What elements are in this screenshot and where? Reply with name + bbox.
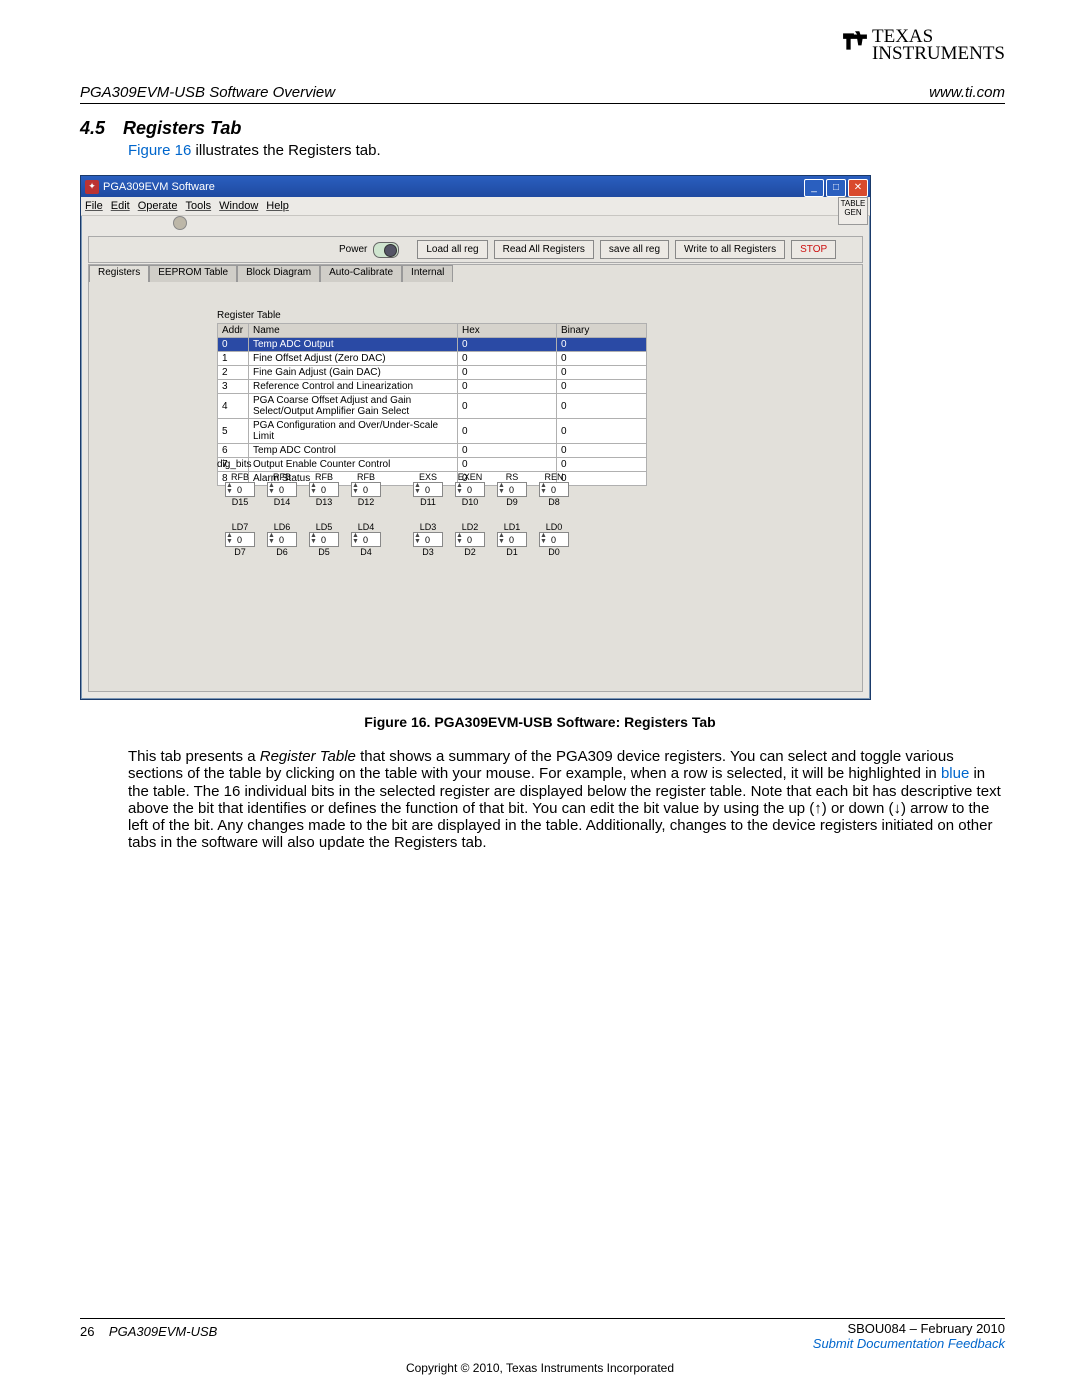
bit-D8[interactable]: REN▲▼0D8 bbox=[533, 472, 575, 517]
bit-D10[interactable]: EXEN▲▼0D10 bbox=[449, 472, 491, 517]
toolbar: Power Load all reg Read All Registers sa… bbox=[88, 236, 863, 263]
power-label: Power bbox=[339, 244, 367, 255]
footer-rule bbox=[80, 1318, 1005, 1319]
menu-file[interactable]: File bbox=[85, 200, 103, 212]
col-hex: Hex bbox=[458, 324, 557, 338]
titlebar: ✦ PGA309EVM Software _ □ ✕ bbox=[81, 176, 870, 197]
doc-name: PGA309EVM-USB bbox=[109, 1324, 217, 1339]
app-icon: ✦ bbox=[85, 180, 99, 194]
figure-caption: Figure 16. PGA309EVM-USB Software: Regis… bbox=[0, 714, 1080, 730]
body-paragraph: This tab presents a Register Table that … bbox=[128, 748, 1002, 852]
bit-D6[interactable]: LD6▲▼0D6 bbox=[261, 522, 303, 567]
table-row[interactable]: 2Fine Gain Adjust (Gain DAC)00 bbox=[218, 366, 647, 380]
copyright: Copyright © 2010, Texas Instruments Inco… bbox=[0, 1361, 1080, 1375]
bit-D3[interactable]: LD3▲▼0D3 bbox=[407, 522, 449, 567]
tab-auto-calibrate[interactable]: Auto-Calibrate bbox=[320, 265, 402, 282]
doc-id: SBOU084 – February 2010 bbox=[847, 1321, 1005, 1336]
table-row[interactable]: 0Temp ADC Output00 bbox=[218, 338, 647, 352]
bit-D12[interactable]: RFB▲▼0D12 bbox=[345, 472, 387, 517]
table-row[interactable]: 7Output Enable Counter Control00 bbox=[218, 458, 647, 472]
bit-D9[interactable]: RS▲▼0D9 bbox=[491, 472, 533, 517]
dig-bits-label: dig_bits bbox=[217, 459, 251, 470]
section-num: 4.5 bbox=[80, 118, 105, 139]
power-toggle[interactable] bbox=[373, 242, 399, 258]
table-row[interactable]: 1Fine Offset Adjust (Zero DAC)00 bbox=[218, 352, 647, 366]
section-heading: 4.5 Registers Tab bbox=[80, 118, 241, 139]
bit-D13[interactable]: RFB▲▼0D13 bbox=[303, 472, 345, 517]
menu-help[interactable]: Help bbox=[266, 200, 289, 212]
bits-d11-d8: EXS▲▼0D11EXEN▲▼0D10RS▲▼0D9REN▲▼0D8 bbox=[407, 472, 575, 517]
menu-edit[interactable]: Edit bbox=[111, 200, 130, 212]
col-name: Name bbox=[249, 324, 458, 338]
stop-button[interactable]: STOP bbox=[791, 240, 836, 259]
table-row[interactable]: 5PGA Configuration and Over/Under-Scale … bbox=[218, 419, 647, 444]
table-row[interactable]: 4PGA Coarse Offset Adjust and Gain Selec… bbox=[218, 394, 647, 419]
figure-ref-link[interactable]: Figure 16 bbox=[128, 142, 191, 159]
bit-D5[interactable]: LD5▲▼0D5 bbox=[303, 522, 345, 567]
run-indicator-icon[interactable] bbox=[173, 216, 187, 230]
table-row[interactable]: 3Reference Control and Linearization00 bbox=[218, 380, 647, 394]
table-gen-button[interactable]: TABLE GEN bbox=[838, 197, 868, 225]
menubar: File Edit Operate Tools Window Help bbox=[81, 197, 870, 216]
tab-registers[interactable]: Registers bbox=[89, 265, 149, 282]
ti-logo-icon bbox=[842, 30, 868, 52]
footer-right: SBOU084 – February 2010 Submit Documenta… bbox=[813, 1321, 1005, 1351]
tabs-panel: Registers EEPROM Table Block Diagram Aut… bbox=[88, 264, 863, 692]
page-number: 26 bbox=[80, 1324, 94, 1339]
minimize-button[interactable]: _ bbox=[804, 179, 824, 197]
read-all-registers-button[interactable]: Read All Registers bbox=[494, 240, 594, 259]
tab-internal[interactable]: Internal bbox=[402, 265, 453, 282]
tab-block-diagram[interactable]: Block Diagram bbox=[237, 265, 320, 282]
bit-D2[interactable]: LD2▲▼0D2 bbox=[449, 522, 491, 567]
bit-D15[interactable]: RFB▲▼0D15 bbox=[219, 472, 261, 517]
menu-operate[interactable]: Operate bbox=[138, 200, 178, 212]
menu-window[interactable]: Window bbox=[219, 200, 258, 212]
logo-text-bot: INSTRUMENTS bbox=[872, 43, 1005, 64]
maximize-button[interactable]: □ bbox=[826, 179, 846, 197]
load-all-reg-button[interactable]: Load all reg bbox=[417, 240, 487, 259]
app-window: ✦ PGA309EVM Software _ □ ✕ File Edit Ope… bbox=[80, 175, 871, 700]
close-button[interactable]: ✕ bbox=[848, 179, 868, 197]
page-header: PGA309EVM-USB Software Overview www.ti.c… bbox=[80, 84, 1005, 104]
header-left: PGA309EVM-USB Software Overview bbox=[80, 84, 335, 101]
footer-left: 26 PGA309EVM-USB bbox=[80, 1324, 217, 1339]
write-all-registers-button[interactable]: Write to all Registers bbox=[675, 240, 785, 259]
ti-logo: TEXAS INSTRUMENTS bbox=[842, 28, 1005, 63]
bit-D14[interactable]: RFB▲▼0D14 bbox=[261, 472, 303, 517]
tab-eeprom-table[interactable]: EEPROM Table bbox=[149, 265, 237, 282]
bit-D1[interactable]: LD1▲▼0D1 bbox=[491, 522, 533, 567]
tabstrip: Registers EEPROM Table Block Diagram Aut… bbox=[89, 265, 862, 282]
bit-D7[interactable]: LD7▲▼0D7 bbox=[219, 522, 261, 567]
section-title: Registers Tab bbox=[123, 118, 241, 139]
register-table[interactable]: Addr Name Hex Binary 0Temp ADC Output001… bbox=[217, 323, 647, 486]
bits-d7-d4: LD7▲▼0D7LD6▲▼0D6LD5▲▼0D5LD4▲▼0D4 bbox=[219, 522, 387, 567]
bit-D0[interactable]: LD0▲▼0D0 bbox=[533, 522, 575, 567]
col-addr: Addr bbox=[218, 324, 249, 338]
intro-line: Figure 16 illustrates the Registers tab. bbox=[128, 142, 381, 159]
register-table-label: Register Table bbox=[217, 310, 281, 321]
bits-d3-d0: LD3▲▼0D3LD2▲▼0D2LD1▲▼0D1LD0▲▼0D0 bbox=[407, 522, 575, 567]
table-row[interactable]: 6Temp ADC Control00 bbox=[218, 444, 647, 458]
header-right: www.ti.com bbox=[929, 84, 1005, 101]
window-title: PGA309EVM Software bbox=[103, 181, 215, 193]
bits-d15-d12: RFB▲▼0D15RFB▲▼0D14RFB▲▼0D13RFB▲▼0D12 bbox=[219, 472, 387, 517]
feedback-link[interactable]: Submit Documentation Feedback bbox=[813, 1336, 1005, 1351]
bit-D11[interactable]: EXS▲▼0D11 bbox=[407, 472, 449, 517]
menu-tools[interactable]: Tools bbox=[185, 200, 211, 212]
bit-D4[interactable]: LD4▲▼0D4 bbox=[345, 522, 387, 567]
col-binary: Binary bbox=[557, 324, 647, 338]
save-all-reg-button[interactable]: save all reg bbox=[600, 240, 669, 259]
